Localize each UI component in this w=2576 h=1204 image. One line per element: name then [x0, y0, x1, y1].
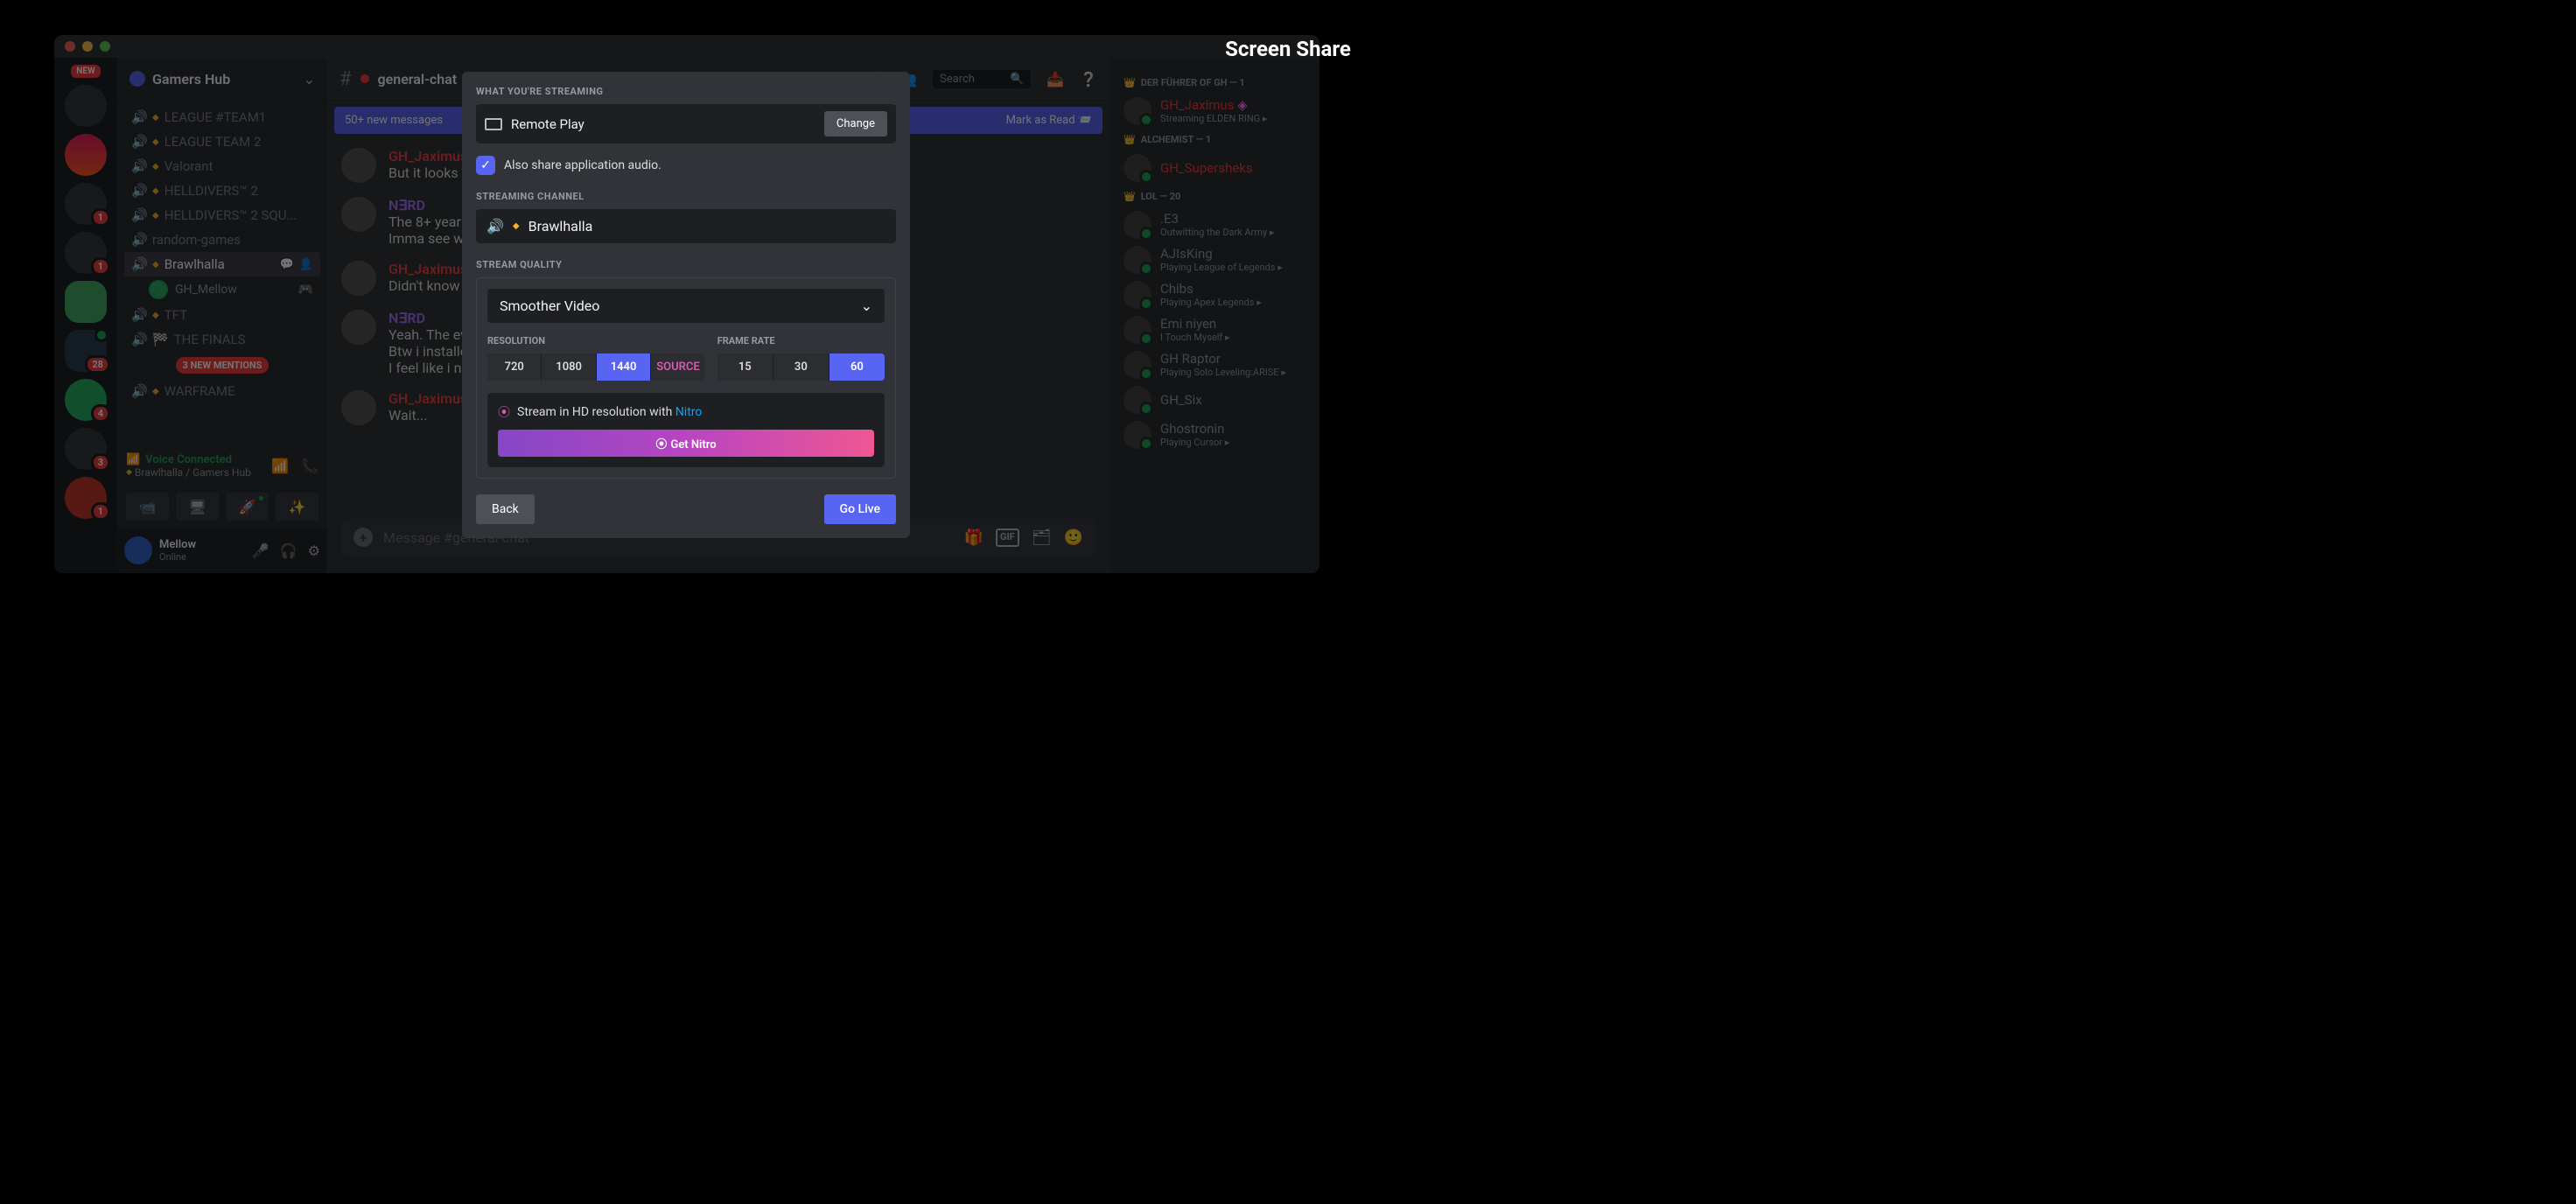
get-nitro-button[interactable]: ⦿Get Nitro: [498, 430, 874, 457]
section-label: WHAT YOU'RE STREAMING: [476, 86, 896, 97]
speaker-icon: 🔊: [486, 218, 504, 234]
nitro-upsell: ⦿ Stream in HD resolution with Nitro ⦿Ge…: [487, 393, 885, 467]
section-label: STREAM QUALITY: [476, 259, 896, 270]
source-name: Remote Play: [511, 116, 816, 132]
resolution-option[interactable]: 720: [487, 354, 542, 381]
resolution-option[interactable]: 1080: [542, 354, 596, 381]
go-live-button[interactable]: Go Live: [824, 494, 896, 524]
resolution-segmented: 72010801440SOURCE: [487, 354, 705, 381]
nitro-icon: ⦿: [498, 403, 510, 421]
diamond-icon: ◆: [513, 221, 520, 231]
stream-source-row: Remote Play Change: [476, 104, 896, 144]
streaming-channel-select[interactable]: 🔊 ◆ Brawlhalla: [476, 209, 896, 243]
resolution-option[interactable]: 1440: [597, 354, 651, 381]
resolution-option[interactable]: SOURCE: [651, 354, 704, 381]
framerate-segmented: 153060: [718, 354, 885, 381]
back-button[interactable]: Back: [476, 494, 535, 524]
framerate-option[interactable]: 30: [774, 354, 830, 381]
framerate-option[interactable]: 60: [830, 354, 885, 381]
resolution-label: RESOLUTION: [487, 335, 705, 346]
framerate-option[interactable]: 15: [718, 354, 774, 381]
channel-name: Brawlhalla: [528, 218, 593, 234]
share-audio-checkbox[interactable]: ✓: [476, 156, 495, 175]
checkbox-label: Also share application audio.: [504, 158, 662, 172]
chevron-down-icon: ⌄: [861, 298, 872, 314]
window-icon: [485, 118, 502, 130]
modal-title: Screen Share: [0, 37, 2576, 61]
section-label: STREAMING CHANNEL: [476, 191, 896, 202]
screen-share-modal: WHAT YOU'RE STREAMING Remote Play Change…: [462, 72, 910, 538]
nitro-link[interactable]: Nitro: [676, 405, 703, 419]
framerate-label: FRAME RATE: [718, 335, 885, 346]
change-button[interactable]: Change: [824, 111, 887, 136]
quality-preset-select[interactable]: Smoother Video⌄: [487, 289, 885, 323]
